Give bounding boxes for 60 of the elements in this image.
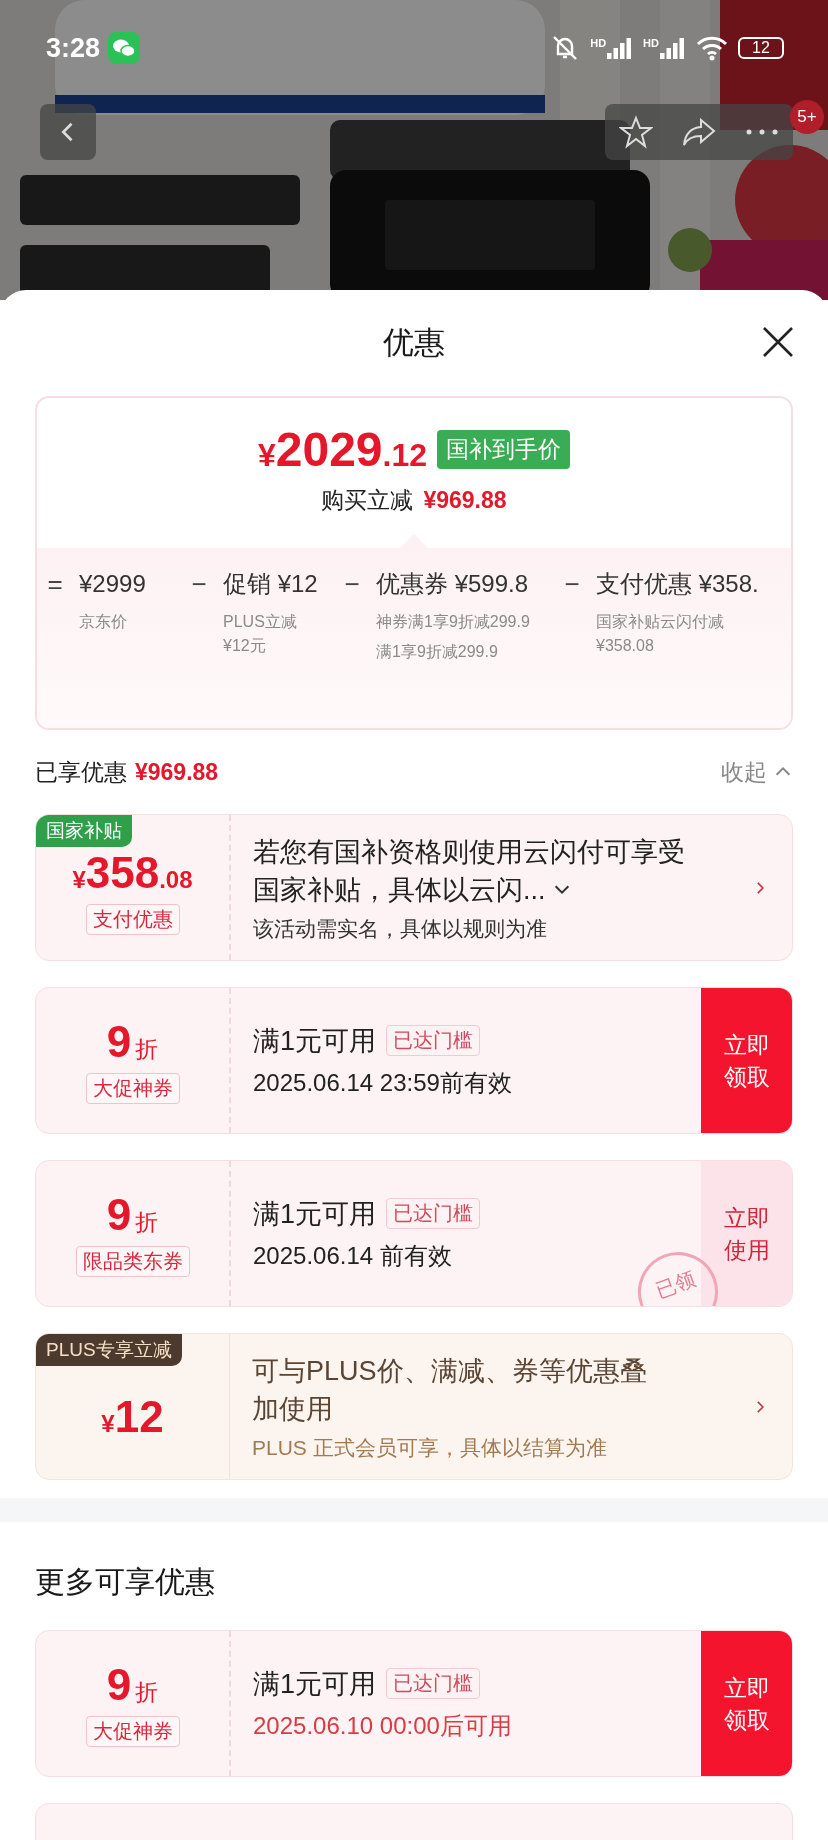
operator-sign: − xyxy=(343,568,361,601)
offer-description: 可与PLUS价、满减、券等优惠叠加使用 xyxy=(252,1354,648,1426)
chat-bubbles-icon xyxy=(108,32,141,64)
discount-rate: 9 折 xyxy=(106,1017,159,1067)
clock-time: 3:28 xyxy=(46,32,101,64)
coupon-action-button[interactable]: 立即领取 xyxy=(701,988,792,1133)
coupon-type-tag: 大促神券 xyxy=(85,1073,180,1104)
breakdown-note: 国家补贴云闪付减¥358.08 xyxy=(596,612,725,656)
coupon-action-button[interactable]: 立即使用 xyxy=(701,1161,792,1306)
coupon-validity: 2025.06.14 前有效 xyxy=(253,1240,453,1271)
collapse-toggle[interactable]: 收起 xyxy=(721,756,793,788)
battery-level: 12 xyxy=(738,37,784,59)
coupon-action-button[interactable]: 立即领取 xyxy=(701,1631,792,1776)
sheet-title: 优惠 xyxy=(383,324,445,362)
offer-note: PLUS 正式会员可享，具体以结算为准 xyxy=(252,1434,608,1461)
offer-card[interactable]: PLUS专享立减 ¥12 可与PLUS价、满减、券等优惠叠加使用 PLUS 正式会员可享，具体以结算为准 xyxy=(35,1333,793,1480)
offer-type-tag: 支付优惠 xyxy=(85,904,180,935)
breakdown-amount: 支付优惠 ¥358. xyxy=(596,569,760,599)
coupon-validity: 2025.06.14 23:59前有效 xyxy=(253,1067,513,1098)
discount-rate: 9 折 xyxy=(106,1660,159,1710)
section-title: 更多可享优惠 xyxy=(35,1564,216,1600)
coupon-type-tag: 大促神券 xyxy=(85,1716,180,1747)
offer-card[interactable]: 国家补贴 ¥358.08 支付优惠 若您有国补资格则使用云闪付可享受国家补贴，具体以云闪... 该活动需实名，具体以规则为准 xyxy=(35,814,793,961)
coupon-type-tag: 限品类东券 xyxy=(75,1246,190,1277)
threshold-tag: 已达门槛 xyxy=(386,1668,481,1699)
breakdown-note: 神券满1享9折减299.9 xyxy=(376,612,531,632)
signal-icon xyxy=(607,37,634,59)
back-button[interactable] xyxy=(40,104,96,160)
saving-label: 购买立减 xyxy=(321,486,414,515)
network-label: HD xyxy=(590,37,607,49)
final-price: ¥2029.12 xyxy=(257,422,428,477)
breakdown-amount: ¥2999 xyxy=(79,569,147,599)
applied-label: 已享优惠 xyxy=(35,757,127,787)
expandable-description[interactable]: 若您有国补资格则使用云闪付可享受国家补贴，具体以云闪... xyxy=(253,832,705,909)
signal-icon xyxy=(660,37,686,59)
operator-sign: − xyxy=(563,568,581,601)
price-tag: 国补到手价 xyxy=(437,430,571,469)
offer-tag: PLUS专享立减 xyxy=(36,1334,182,1366)
offer-amount: ¥12 xyxy=(101,1391,164,1442)
threshold-tag: 已达门槛 xyxy=(386,1025,481,1056)
applied-value: ¥969.88 xyxy=(135,758,219,786)
network-label: HD xyxy=(643,37,659,49)
operator-sign: − xyxy=(190,568,208,601)
breakdown-amount: 优惠券 ¥599.8 xyxy=(376,569,530,599)
offer-tag: 国家补贴 xyxy=(36,815,132,847)
breakdown-amount: 促销 ¥12 xyxy=(223,569,319,599)
discount-rate: 9 折 xyxy=(106,1190,159,1240)
coupon-condition: 满1元可用 xyxy=(253,1197,377,1231)
wifi-icon xyxy=(696,35,728,61)
offer-amount: ¥358.08 xyxy=(72,848,193,898)
operator-sign: = xyxy=(46,568,64,601)
breakdown-note: 满1享9折减299.9 xyxy=(376,642,499,662)
coupon-condition: 满1元可用 xyxy=(253,1024,377,1058)
offer-note: 该活动需实名，具体以规则为准 xyxy=(253,915,548,942)
breakdown-note: PLUS立减¥12元 xyxy=(223,612,298,656)
breakdown-note: 京东价 xyxy=(79,612,128,632)
coupon-validity: 2025.06.10 00:00后可用 xyxy=(253,1710,513,1741)
threshold-tag: 已达门槛 xyxy=(386,1198,481,1229)
coupon-condition: 满1元可用 xyxy=(253,1667,377,1701)
saving-value: ¥969.88 xyxy=(423,487,507,514)
